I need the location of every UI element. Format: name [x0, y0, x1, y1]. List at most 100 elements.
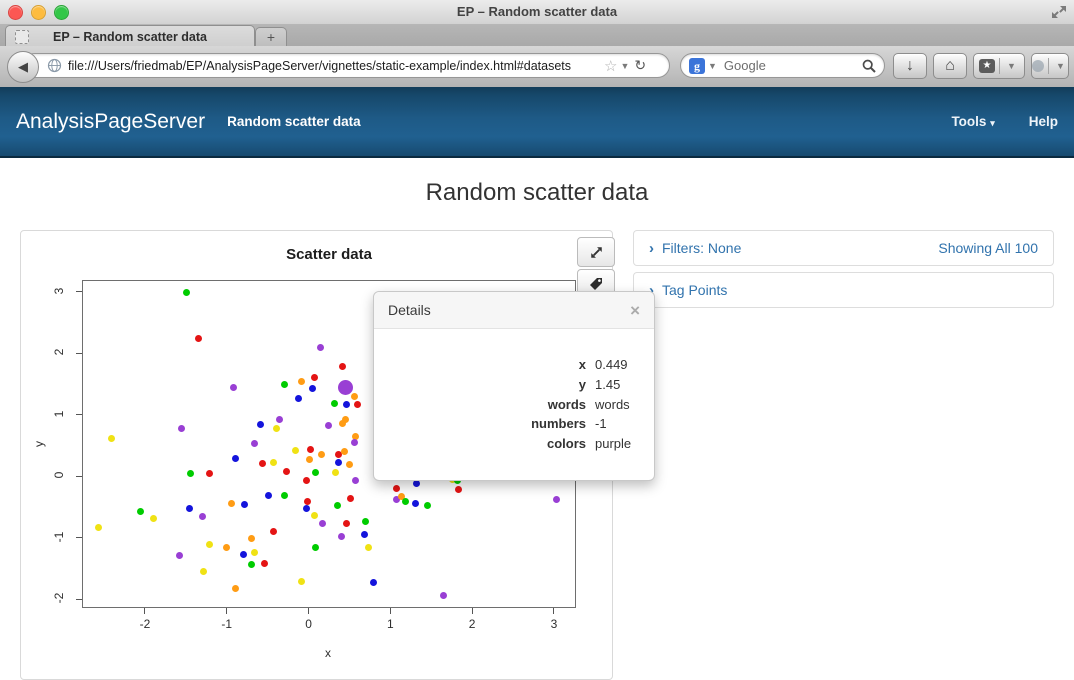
scatter-point[interactable]: [347, 495, 354, 502]
scatter-point[interactable]: [137, 508, 144, 515]
scatter-point[interactable]: [312, 469, 319, 476]
window-titlebar: EP – Random scatter data: [0, 0, 1074, 25]
search-input[interactable]: Google: [724, 58, 862, 73]
scatter-point[interactable]: [307, 446, 314, 453]
search-icon[interactable]: [862, 59, 876, 73]
scatter-point[interactable]: [230, 384, 237, 391]
scatter-point[interactable]: [303, 505, 310, 512]
scatter-point[interactable]: [295, 395, 302, 402]
scatter-point[interactable]: [176, 552, 183, 559]
scatter-point[interactable]: [331, 400, 338, 407]
url-bar[interactable]: file:///Users/friedmab/EP/AnalysisPageSe…: [22, 53, 670, 78]
scatter-point[interactable]: [412, 500, 419, 507]
brand-link[interactable]: AnalysisPageServer: [16, 110, 205, 134]
bookmarks-menu-button[interactable]: ★ ▼: [973, 53, 1025, 79]
tools-menu[interactable]: Tools ▾: [951, 114, 994, 129]
filters-panel-label[interactable]: Filters: None: [662, 240, 741, 256]
tag-points-panel-label[interactable]: Tag Points: [662, 282, 727, 298]
downloads-button[interactable]: ↓: [893, 53, 927, 79]
scatter-point[interactable]: [276, 416, 283, 423]
scatter-point[interactable]: [251, 440, 258, 447]
detail-label-x: x: [374, 355, 586, 375]
plot-title: Scatter data: [82, 246, 576, 263]
scatter-point[interactable]: [325, 422, 332, 429]
scatter-point[interactable]: [261, 560, 268, 567]
scatter-point[interactable]: [312, 544, 319, 551]
home-button[interactable]: ⌂: [933, 53, 967, 79]
scatter-point[interactable]: [306, 456, 313, 463]
scatter-point[interactable]: [206, 541, 213, 548]
scatter-point[interactable]: [311, 512, 318, 519]
scatter-point[interactable]: [283, 468, 290, 475]
nav-item-page[interactable]: Random scatter data: [227, 114, 361, 129]
scatter-point[interactable]: [240, 551, 247, 558]
scatter-point[interactable]: [248, 535, 255, 542]
scatter-point[interactable]: [228, 500, 235, 507]
scatter-point[interactable]: [187, 470, 194, 477]
scatter-point[interactable]: [335, 459, 342, 466]
help-link[interactable]: Help: [1029, 114, 1058, 129]
scatter-point[interactable]: [365, 544, 372, 551]
showing-all-link[interactable]: Showing All 100: [938, 240, 1038, 256]
home-icon: ⌂: [945, 57, 955, 75]
download-arrow-icon: ↓: [906, 57, 914, 75]
globe-icon: [47, 58, 62, 73]
fullscreen-icon[interactable]: [1050, 3, 1068, 21]
detail-value-colors: purple: [595, 434, 631, 454]
url-dropdown-caret-icon[interactable]: ▼: [620, 61, 629, 71]
scatter-point[interactable]: [370, 579, 377, 586]
selected-scatter-point[interactable]: [338, 380, 353, 395]
scatter-point[interactable]: [303, 477, 310, 484]
scatter-point[interactable]: [354, 401, 361, 408]
google-logo-icon[interactable]: g: [689, 58, 705, 74]
tab-active[interactable]: EP – Random scatter data: [5, 25, 255, 47]
reload-icon[interactable]: ↻: [634, 57, 646, 74]
detail-value-x: 0.449: [595, 355, 628, 375]
detail-label-numbers: numbers: [374, 414, 586, 434]
scatter-point[interactable]: [241, 501, 248, 508]
back-button[interactable]: ◀: [7, 51, 39, 83]
scatter-point[interactable]: [298, 378, 305, 385]
new-tab-button[interactable]: +: [255, 27, 287, 47]
filters-panel[interactable]: › Filters: None Showing All 100: [633, 230, 1054, 266]
expand-plot-button[interactable]: [577, 237, 615, 267]
scatter-point[interactable]: [318, 451, 325, 458]
scatter-point[interactable]: [95, 524, 102, 531]
scatter-point[interactable]: [351, 439, 358, 446]
scatter-point[interactable]: [270, 528, 277, 535]
scatter-point[interactable]: [108, 435, 115, 442]
scatter-point[interactable]: [150, 515, 157, 522]
tab-label: EP – Random scatter data: [53, 30, 207, 44]
detail-value-words: words: [595, 395, 630, 415]
search-bar[interactable]: g ▼ Google: [680, 53, 885, 78]
favicon-placeholder-icon: [15, 30, 29, 44]
scatter-point[interactable]: [199, 513, 206, 520]
window-title: EP – Random scatter data: [0, 4, 1074, 19]
scatter-point[interactable]: [183, 289, 190, 296]
scatter-point[interactable]: [265, 492, 272, 499]
scatter-point[interactable]: [273, 425, 280, 432]
scatter-point[interactable]: [338, 533, 345, 540]
expand-arrows-icon: [589, 245, 604, 260]
scatter-point[interactable]: [440, 592, 447, 599]
search-engine-caret-icon[interactable]: ▼: [708, 61, 717, 71]
detail-label-colors: colors: [374, 434, 586, 454]
bookmark-star-icon[interactable]: ☆: [604, 57, 617, 75]
url-text[interactable]: file:///Users/friedmab/EP/AnalysisPageSe…: [68, 59, 602, 73]
details-popover-header: Details ×: [374, 292, 654, 329]
scatter-point[interactable]: [223, 544, 230, 551]
scatter-point[interactable]: [332, 469, 339, 476]
tag-points-panel[interactable]: › Tag Points: [633, 272, 1054, 308]
scatter-point[interactable]: [455, 486, 462, 493]
close-icon[interactable]: ×: [630, 302, 640, 319]
scatter-point[interactable]: [342, 416, 349, 423]
scatter-point[interactable]: [298, 578, 305, 585]
addon-button[interactable]: ▼: [1031, 53, 1069, 79]
button-separator: [1048, 58, 1049, 74]
bookmarks-star-icon: ★: [979, 59, 995, 73]
scatter-point[interactable]: [346, 461, 353, 468]
scatter-point[interactable]: [292, 447, 299, 454]
scatter-point[interactable]: [311, 374, 318, 381]
scatter-point[interactable]: [553, 496, 560, 503]
scatter-point[interactable]: [257, 421, 264, 428]
